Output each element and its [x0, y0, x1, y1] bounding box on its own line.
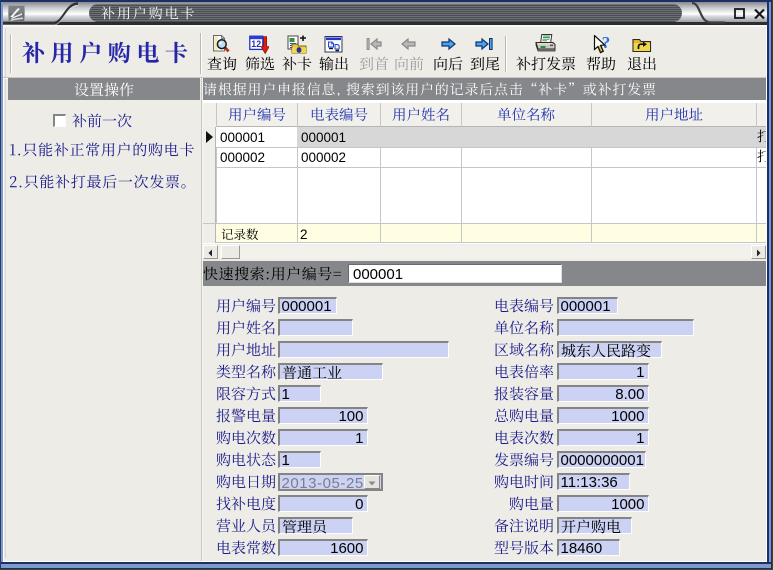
svg-text:12: 12	[251, 39, 261, 49]
